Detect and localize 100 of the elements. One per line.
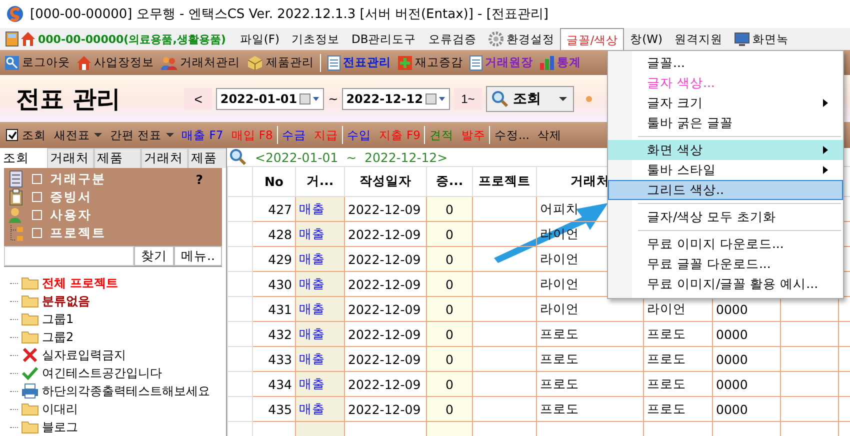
search-icon xyxy=(229,148,247,166)
tab[interactable]: 거래처 xyxy=(47,148,94,168)
page-title: 전표 관리 xyxy=(16,84,120,114)
menu-item[interactable]: 화면녹 xyxy=(728,28,794,50)
table-cell: 프로도 xyxy=(536,396,644,422)
date-field[interactable]: 2022-12-12 xyxy=(342,88,450,110)
tab[interactable]: 제품 xyxy=(94,148,141,168)
tab[interactable]: 거래처 xyxy=(141,148,188,168)
table-cell: 매출 xyxy=(296,222,344,246)
toolbar-button[interactable]: 재고증감 xyxy=(397,54,463,70)
action-link[interactable]: 수정... xyxy=(494,128,530,142)
table-cell: 0 xyxy=(426,296,472,322)
table-cell: 프로도 xyxy=(536,346,644,372)
monitor-icon xyxy=(734,31,750,47)
table-cell: 0 xyxy=(426,222,472,246)
caret-icon xyxy=(166,132,174,138)
dropdown-button[interactable]: 새전표 xyxy=(54,128,102,142)
dropdown-button[interactable]: 간편 전표 xyxy=(110,128,174,142)
folder-icon xyxy=(21,294,39,308)
search-button[interactable]: 조회 xyxy=(486,86,574,112)
check-icon xyxy=(21,366,39,380)
table-cell: 매출 xyxy=(296,346,344,372)
document-icon xyxy=(327,54,341,70)
menu-item[interactable]: 툴바 굵은 글꼴 xyxy=(608,113,843,133)
caret-icon xyxy=(94,132,102,138)
house-icon xyxy=(20,31,36,47)
table-cell: 프로도 xyxy=(536,372,644,396)
column-header[interactable]: 작성일자 xyxy=(344,166,426,196)
help-text[interactable]: ? xyxy=(196,172,204,186)
table-cell: 0 xyxy=(426,396,472,422)
table-cell: 매출 xyxy=(296,322,344,346)
toolbar-button[interactable]: 사업장정보 xyxy=(76,54,154,70)
menu-item[interactable]: 환경설정 xyxy=(482,28,560,50)
menu-item[interactable]: 글꼴... xyxy=(608,53,843,73)
tree-item[interactable]: 분류없음 xyxy=(42,292,90,310)
toolbar-button[interactable]: 제품관리 xyxy=(246,54,314,70)
cross-icon xyxy=(21,348,39,362)
table-cell: 매출 xyxy=(296,296,344,322)
tab[interactable]: 제품 xyxy=(188,148,226,168)
search-icon xyxy=(490,90,509,108)
menu-item[interactable]: 글자 크기 xyxy=(608,93,843,113)
window-title: [000-00-00000] 오무행 - 엔택스CS Ver. 2022.12.1.3 [서버 버전(Entax)] - [전표관리] xyxy=(30,6,549,23)
menu-item[interactable]: 기초정보 xyxy=(286,28,346,50)
menu-item[interactable]: 오류검증 xyxy=(422,28,482,50)
submenu-arrow-icon xyxy=(823,99,828,107)
submenu-arrow-icon xyxy=(823,166,828,174)
caret-icon xyxy=(558,96,567,102)
table-cell: 매출 xyxy=(296,272,344,296)
find-button[interactable]: 찾기 xyxy=(134,246,174,266)
tree-item[interactable]: 실자료입력금지 xyxy=(42,346,126,364)
search-field[interactable] xyxy=(4,246,134,266)
range-separator: ~ xyxy=(328,92,338,106)
table-cell: 프로도 xyxy=(644,322,712,346)
previous-button[interactable]: < xyxy=(184,88,212,110)
menu-item[interactable]: 원격지원 xyxy=(668,28,728,50)
checkmark-icon xyxy=(8,130,16,140)
tree-item[interactable]: 여긴테스트공간입니다 xyxy=(42,364,162,382)
table-cell: 0000 xyxy=(712,396,780,422)
folder-icon xyxy=(21,276,39,290)
date-field[interactable]: 2022-01-01 xyxy=(216,88,324,110)
tree-item[interactable]: 이대리 xyxy=(42,400,78,418)
folder-icon xyxy=(21,312,39,326)
toolbar-button[interactable]: 거래처관리 xyxy=(160,54,240,70)
menu-button[interactable]: 메뉴.. xyxy=(174,246,222,266)
table-cell: 프로도 xyxy=(644,396,712,422)
column-header[interactable]: 프로젝트 xyxy=(472,166,536,196)
table-cell: 매출 xyxy=(296,196,344,222)
tree-item[interactable]: 블로그 xyxy=(42,418,78,436)
submenu-arrow-icon xyxy=(823,146,828,154)
folder-icon xyxy=(21,330,39,344)
column-header[interactable]: No xyxy=(252,166,296,196)
tree-item[interactable]: 전체 프로젝트 xyxy=(42,274,118,292)
user-icon xyxy=(8,206,24,224)
calculator-icon xyxy=(4,31,20,47)
table-cell: 프로도 xyxy=(644,346,712,372)
settings-icon xyxy=(488,31,504,47)
plus-icon xyxy=(397,54,413,70)
people-icon xyxy=(160,54,178,70)
menu-item[interactable]: 창(W) xyxy=(624,28,668,50)
table-cell: 매출 xyxy=(296,372,344,396)
app-logo-icon xyxy=(6,5,24,23)
tree-item[interactable]: 그룹1 xyxy=(42,310,74,328)
folder-icon xyxy=(21,402,39,416)
action-link[interactable]: 삭제 xyxy=(537,128,562,142)
toolbar-button[interactable]: 로그아웃 xyxy=(4,54,70,70)
table-cell: 0000 xyxy=(712,322,780,346)
box-icon xyxy=(246,54,264,70)
date-range-text: <2022-01-01 ~ 2022-12-12> xyxy=(255,150,448,164)
tree-item[interactable]: 하단의각종출력테스트해보세요 xyxy=(42,382,210,400)
range-button[interactable]: 1~ xyxy=(454,88,482,110)
menu-item[interactable]: 글꼴/색상 xyxy=(560,28,624,50)
tree-item[interactable]: 그룹2 xyxy=(42,328,74,346)
tab[interactable]: 조회 xyxy=(0,148,47,168)
menu-item[interactable]: 화면 색상 xyxy=(608,140,843,160)
checkbox[interactable] xyxy=(6,129,18,141)
menu-item[interactable]: DB관리도구 xyxy=(346,28,422,50)
menu-item[interactable]: 그리드 색상.. xyxy=(608,180,843,200)
table-cell: 0000 xyxy=(712,372,780,396)
table-cell: 0 xyxy=(426,196,472,222)
menu-item[interactable]: 파일(F) xyxy=(234,28,286,50)
